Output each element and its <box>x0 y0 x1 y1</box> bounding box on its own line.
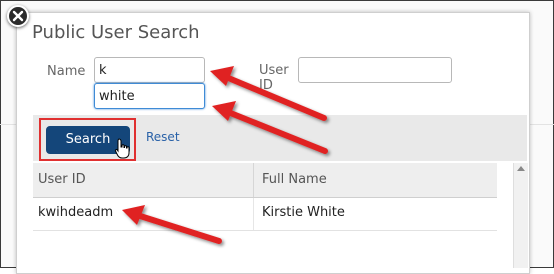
first-name-input[interactable] <box>94 57 205 83</box>
column-header-user-id[interactable]: User ID <box>38 172 86 187</box>
hand-pointer-icon <box>114 138 130 159</box>
column-header-full-name[interactable]: Full Name <box>262 172 327 187</box>
name-label: Name <box>47 64 86 79</box>
table-scrollbar[interactable] <box>513 163 528 268</box>
userid-input[interactable] <box>298 57 452 83</box>
user-id-cell[interactable]: kwihdeadm <box>38 205 113 220</box>
scroll-up-arrow-icon[interactable] <box>517 166 525 171</box>
close-icon <box>12 10 24 22</box>
close-button[interactable] <box>7 5 29 27</box>
last-name-input[interactable] <box>94 83 205 109</box>
column-separator <box>253 163 254 197</box>
userid-label: User ID <box>259 63 289 93</box>
reset-link[interactable]: Reset <box>146 130 180 144</box>
dialog-title: Public User Search <box>32 22 200 43</box>
full-name-cell[interactable]: Kirstie White <box>262 205 345 220</box>
cell-separator <box>253 198 254 230</box>
table-row[interactable]: kwihdeadm Kirstie White <box>33 198 497 231</box>
table-header: User ID Full Name <box>33 163 497 198</box>
userid-label-text: User ID <box>259 63 289 93</box>
